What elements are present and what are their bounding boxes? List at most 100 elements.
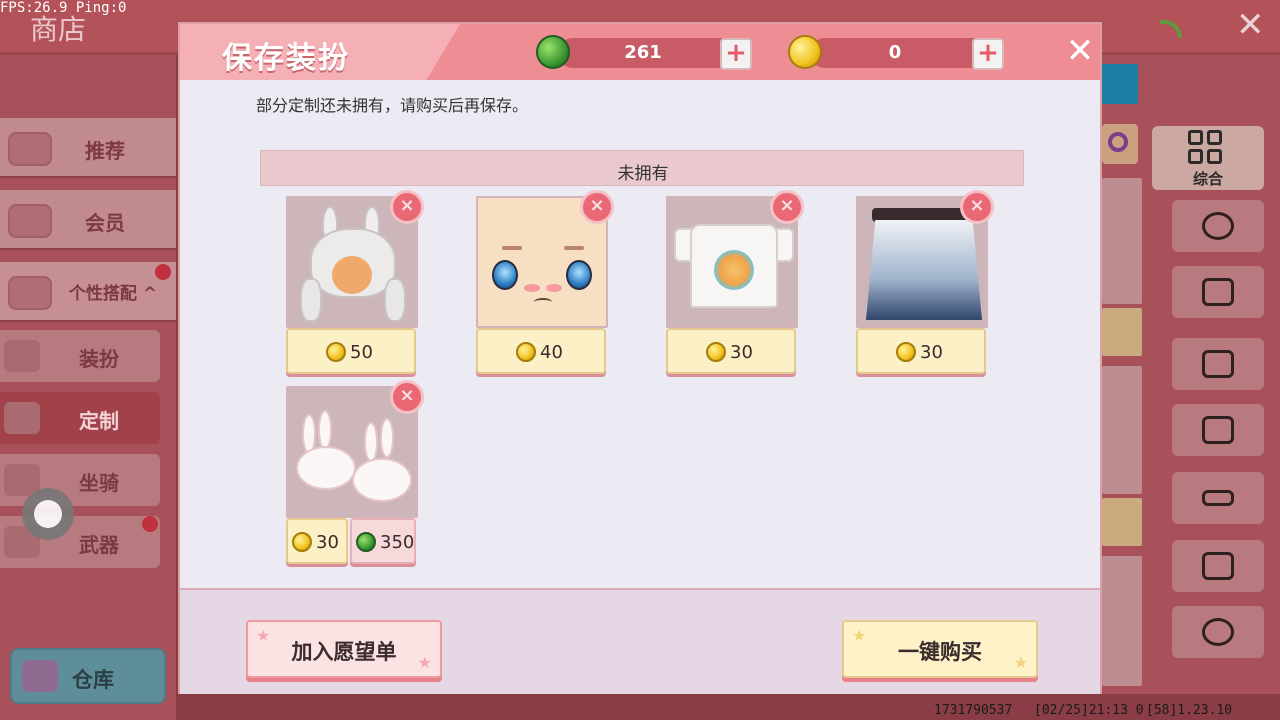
pencil-icon: [4, 402, 40, 434]
coin-icon: [896, 342, 916, 362]
buy-all-button[interactable]: ★ ★ 一键购买: [842, 620, 1038, 678]
item-card[interactable]: × 30 350: [286, 380, 424, 568]
hair-button[interactable]: [1172, 338, 1264, 390]
add-gems-button[interactable]: +: [720, 38, 752, 70]
signal-icon: [1160, 20, 1182, 38]
fps-readout: FPS:26.9 Ping:0: [0, 0, 127, 16]
coin-icon: [516, 342, 536, 362]
coin-balance: 0: [888, 42, 902, 63]
dialog-footer: ★ ★ 加入愿望单 ★ ★ 一键购买: [180, 588, 1100, 694]
mask-button[interactable]: [1172, 472, 1264, 524]
star-icon: [8, 276, 52, 310]
search-icon: [1108, 132, 1128, 152]
category-all-button[interactable]: 综合: [1152, 126, 1264, 190]
bg-preview-panel: [1102, 556, 1142, 686]
shop-close-icon[interactable]: ✕: [1236, 8, 1265, 42]
price-value: 350: [380, 532, 415, 553]
price-value: 30: [316, 532, 339, 553]
gem-icon: [356, 532, 376, 552]
item-card[interactable]: × 30: [856, 190, 994, 378]
remove-item-button[interactable]: ×: [390, 380, 424, 414]
face-icon: [1202, 416, 1234, 444]
sub-tab-customize[interactable]: 定制: [0, 392, 160, 444]
footer-date: [02/25]21:13 0: [1034, 703, 1144, 718]
coin-icon: [788, 35, 822, 69]
wishlist-label: 加入愿望单: [291, 640, 397, 664]
coin-icon: [292, 532, 312, 552]
coin-icon: [706, 342, 726, 362]
face-button[interactable]: [1172, 404, 1264, 456]
item-card[interactable]: × 30: [666, 190, 804, 378]
remove-x-icon: ×: [399, 385, 415, 406]
virtual-joystick[interactable]: [22, 488, 74, 540]
item-card[interactable]: × 50: [286, 190, 424, 378]
buy-all-label: 一键购买: [898, 640, 982, 664]
history-button[interactable]: [1172, 200, 1264, 252]
price-value: 40: [540, 342, 563, 363]
buy-coin-button[interactable]: 50: [286, 328, 416, 374]
shirt-icon: [4, 340, 40, 372]
nav-tab-label: 会员: [85, 211, 125, 235]
price-value: 50: [350, 342, 373, 363]
sub-tab-outfit[interactable]: 装扮: [0, 330, 160, 382]
section-label: 未拥有: [617, 164, 669, 184]
coin-icon: [326, 342, 346, 362]
item-card[interactable]: × 40: [476, 190, 614, 378]
bg-blue-tab: [1102, 64, 1138, 104]
footer-id: 1731790537: [934, 703, 1013, 718]
nav-tab-label: 推荐: [85, 139, 125, 163]
remove-x-icon: ×: [779, 195, 795, 216]
accessory-button[interactable]: [1172, 606, 1264, 658]
top-button[interactable]: [1172, 540, 1264, 592]
add-to-wishlist-button[interactable]: ★ ★ 加入愿望单: [246, 620, 442, 678]
add-coins-button[interactable]: +: [972, 38, 1004, 70]
hair-icon: [1202, 350, 1234, 378]
buy-coin-button[interactable]: 30: [286, 518, 348, 564]
nav-tab-recommend[interactable]: 推荐: [0, 118, 176, 178]
nav-tab-label: 个性搭配 ^: [68, 284, 158, 304]
remove-x-icon: ×: [969, 195, 985, 216]
joystick-knob[interactable]: [34, 500, 62, 528]
price-value: 30: [730, 342, 753, 363]
nav-tab-member[interactable]: 会员: [0, 190, 176, 250]
chest-icon: [22, 660, 58, 692]
gem-balance: 261: [624, 42, 662, 63]
history-icon: [1202, 212, 1234, 240]
warehouse-label: 仓库: [72, 668, 114, 692]
dialog-body: 部分定制还未拥有，请购买后再保存。 未拥有 × 50 × 40 × 30 × 3…: [180, 80, 1100, 588]
remove-item-button[interactable]: ×: [770, 190, 804, 224]
nav-tab-custom-outfit[interactable]: 个性搭配 ^: [0, 262, 176, 322]
grid-icon: [1188, 130, 1224, 166]
buy-gem-button[interactable]: 350: [350, 518, 416, 564]
member-icon: [8, 204, 52, 238]
dialog-message: 部分定制还未拥有，请购买后再保存。: [256, 96, 529, 115]
bg-preview-panel: [1102, 178, 1142, 304]
search-button[interactable]: [1102, 124, 1138, 164]
unowned-section-header: 未拥有: [260, 150, 1024, 186]
buy-coin-button[interactable]: 30: [666, 328, 796, 374]
remove-item-button[interactable]: ×: [390, 190, 424, 224]
bg-preview-panel: [1102, 366, 1142, 494]
sub-tab-label: 定制: [79, 409, 119, 433]
close-dialog-button[interactable]: ✕: [1062, 34, 1098, 70]
bg-price-panel: [1102, 308, 1142, 356]
plus-icon: +: [725, 38, 747, 68]
mask-icon: [1202, 490, 1234, 506]
remove-x-icon: ×: [399, 195, 415, 216]
remove-item-button[interactable]: ×: [580, 190, 614, 224]
costume-button[interactable]: [1172, 266, 1264, 318]
buy-coin-button[interactable]: 30: [856, 328, 986, 374]
thumbs-up-icon: [8, 132, 52, 166]
sub-tab-label: 装扮: [79, 347, 119, 371]
remove-x-icon: ×: [589, 195, 605, 216]
footer-time: [58]1.23.10: [1146, 703, 1233, 718]
warehouse-button[interactable]: 仓库: [10, 648, 166, 704]
bg-price-panel: [1102, 498, 1142, 546]
sub-tab-mount[interactable]: 坐骑: [0, 454, 160, 506]
costume-icon: [1202, 278, 1234, 306]
buy-coin-button[interactable]: 40: [476, 328, 606, 374]
gem-icon: [536, 35, 570, 69]
notification-dot: [155, 264, 171, 280]
remove-item-button[interactable]: ×: [960, 190, 994, 224]
dialog-header: 保存装扮 261 + 0 + ✕: [180, 24, 1100, 80]
